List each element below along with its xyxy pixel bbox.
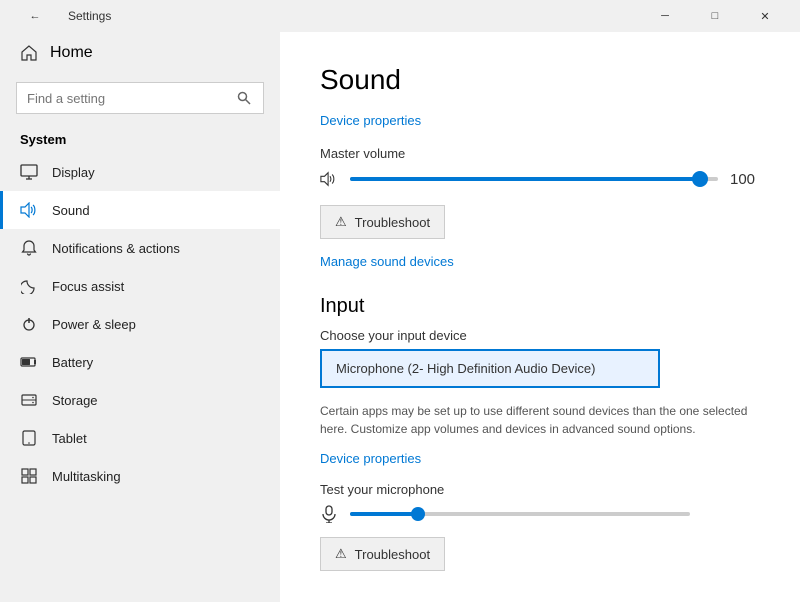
troubleshoot-button[interactable]: ⚠ Troubleshoot	[320, 205, 445, 239]
warning-icon-2: ⚠	[335, 546, 347, 562]
storage-icon	[20, 391, 38, 409]
test-microphone-label: Test your microphone	[320, 482, 760, 497]
search-input[interactable]	[27, 91, 227, 106]
sidebar-section-title: System	[0, 122, 280, 153]
sidebar-item-notifications[interactable]: Notifications & actions	[0, 229, 280, 267]
manage-sound-devices-link[interactable]: Manage sound devices	[320, 254, 454, 269]
microphone-icon	[320, 505, 338, 523]
home-label: Home	[50, 44, 93, 62]
close-button[interactable]: ✕	[742, 4, 788, 28]
main-content: Sound Device properties Master volume 10…	[280, 32, 800, 602]
sidebar-item-power[interactable]: Power & sleep	[0, 305, 280, 343]
sidebar-item-label: Focus assist	[52, 279, 124, 294]
moon-icon	[20, 277, 38, 295]
mic-slider-fill	[350, 512, 418, 516]
battery-icon	[20, 353, 38, 371]
troubleshoot-label-2: Troubleshoot	[355, 547, 430, 562]
sidebar-item-label: Sound	[52, 203, 90, 218]
sidebar-search-box[interactable]	[16, 82, 264, 114]
warning-icon: ⚠	[335, 214, 347, 230]
volume-icon	[320, 170, 338, 188]
sidebar-item-label: Notifications & actions	[52, 241, 180, 256]
sidebar-item-label: Tablet	[52, 431, 87, 446]
device-properties-link[interactable]: Device properties	[320, 113, 421, 128]
titlebar-controls: ─ □ ✕	[642, 4, 788, 28]
app-body: Home System Display	[0, 32, 800, 602]
sidebar-item-label: Multitasking	[52, 469, 121, 484]
titlebar: ← Settings ─ □ ✕	[0, 0, 800, 32]
sidebar-item-multitasking[interactable]: Multitasking	[0, 457, 280, 495]
volume-fill	[350, 177, 700, 181]
info-text: Certain apps may be set up to use differ…	[320, 402, 760, 438]
volume-value: 100	[730, 171, 760, 188]
volume-slider[interactable]	[350, 169, 718, 189]
maximize-button[interactable]: □	[692, 4, 738, 28]
input-device-properties-link[interactable]: Device properties	[320, 451, 421, 466]
input-device-select[interactable]: Microphone (2- High Definition Audio Dev…	[320, 349, 660, 388]
sidebar-item-sound[interactable]: Sound	[0, 191, 280, 229]
troubleshoot-label: Troubleshoot	[355, 215, 430, 230]
input-device-value: Microphone (2- High Definition Audio Dev…	[336, 361, 595, 376]
sidebar: Home System Display	[0, 32, 280, 602]
page-title: Sound	[320, 64, 760, 96]
sidebar-item-focus[interactable]: Focus assist	[0, 267, 280, 305]
sound-icon	[20, 201, 38, 219]
mic-slider[interactable]	[350, 512, 690, 516]
volume-track	[350, 177, 718, 181]
troubleshoot-button-2[interactable]: ⚠ Troubleshoot	[320, 537, 445, 571]
search-icon	[235, 89, 253, 107]
mic-slider-thumb[interactable]	[411, 507, 425, 521]
back-button[interactable]: ←	[12, 4, 58, 28]
microphone-slider-row	[320, 505, 760, 523]
titlebar-left: ← Settings	[12, 4, 111, 28]
sidebar-home-item[interactable]: Home	[0, 32, 280, 74]
sidebar-item-storage[interactable]: Storage	[0, 381, 280, 419]
bell-icon	[20, 239, 38, 257]
master-volume-label: Master volume	[320, 146, 760, 161]
sidebar-item-label: Display	[52, 165, 95, 180]
sidebar-item-battery[interactable]: Battery	[0, 343, 280, 381]
home-icon	[20, 44, 38, 62]
volume-thumb[interactable]	[692, 171, 708, 187]
multitask-icon	[20, 467, 38, 485]
volume-row: 100	[320, 169, 760, 189]
tablet-icon	[20, 429, 38, 447]
sidebar-item-label: Power & sleep	[52, 317, 136, 332]
sidebar-item-tablet[interactable]: Tablet	[0, 419, 280, 457]
sidebar-item-label: Battery	[52, 355, 93, 370]
titlebar-title: Settings	[68, 9, 111, 23]
input-section-title: Input	[320, 295, 760, 318]
power-icon	[20, 315, 38, 333]
minimize-button[interactable]: ─	[642, 4, 688, 28]
sidebar-item-display[interactable]: Display	[0, 153, 280, 191]
sidebar-item-label: Storage	[52, 393, 98, 408]
choose-input-label: Choose your input device	[320, 328, 760, 343]
monitor-icon	[20, 163, 38, 181]
